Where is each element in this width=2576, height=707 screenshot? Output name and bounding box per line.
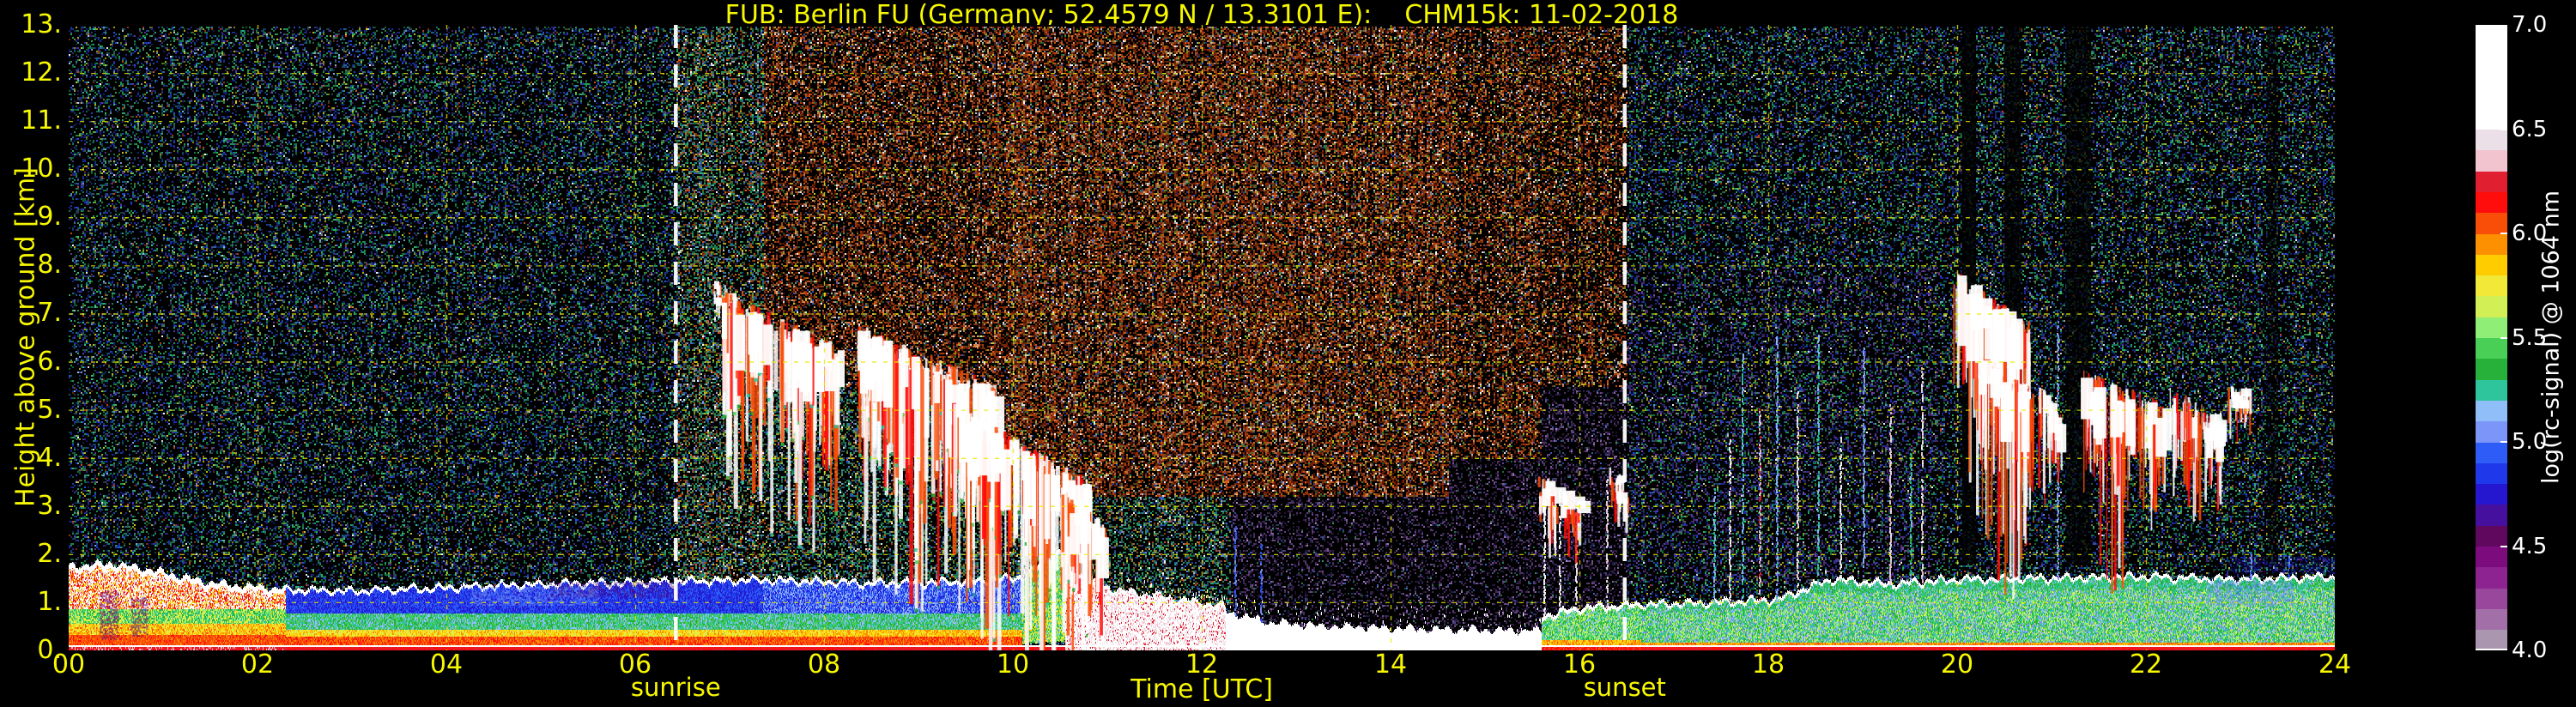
x-tick-14: 14 xyxy=(1373,650,1408,680)
annotation-sunset: sunset xyxy=(1583,673,1666,702)
y-tick-5.: 5. xyxy=(37,394,62,425)
x-tick-12: 12 xyxy=(1185,650,1219,680)
ceilometer-quicklook: FUB: Berlin FU (Germany; 52.4579 N / 13.… xyxy=(0,0,2576,707)
y-tick-12.: 12. xyxy=(21,57,62,88)
y-tick-9.: 9. xyxy=(37,202,62,233)
y-tick-6.: 6. xyxy=(37,346,62,377)
colorbar-tick-6.5: 6.5 xyxy=(2512,116,2548,142)
colorbar-tick-6.0: 6.0 xyxy=(2512,221,2548,246)
x-tick-20: 20 xyxy=(1940,650,1974,680)
annotation-sunrise: sunrise xyxy=(630,673,721,702)
x-tick-08: 08 xyxy=(807,650,841,680)
colorbar-tick-5.5: 5.5 xyxy=(2512,324,2548,351)
x-tick-00: 00 xyxy=(52,650,86,680)
y-tick-4.: 4. xyxy=(37,442,62,473)
y-tick-8.: 8. xyxy=(37,250,62,281)
y-tick-2.: 2. xyxy=(37,538,62,569)
x-tick-10: 10 xyxy=(996,650,1030,680)
y-tick-7.: 7. xyxy=(37,298,62,329)
x-tick-18: 18 xyxy=(1751,650,1785,680)
colorbar-canvas xyxy=(2476,25,2507,650)
y-tick-10.: 10. xyxy=(21,154,62,184)
y-tick-1.: 1. xyxy=(37,586,62,617)
colorbar-tick-4.0: 4.0 xyxy=(2512,638,2548,663)
x-tick-24: 24 xyxy=(2318,650,2352,680)
x-tick-04: 04 xyxy=(429,650,464,680)
y-tick-11.: 11. xyxy=(21,106,62,136)
x-tick-02: 02 xyxy=(240,650,275,680)
y-tick-3.: 3. xyxy=(37,490,62,521)
colorbar-tick-5.0: 5.0 xyxy=(2512,429,2548,455)
x-tick-22: 22 xyxy=(2129,650,2163,680)
colorbar-tick-7.0: 7.0 xyxy=(2512,12,2548,38)
y-tick-13.: 13. xyxy=(21,9,62,39)
lidar-heatmap-canvas xyxy=(69,25,2335,650)
colorbar-tick-4.5: 4.5 xyxy=(2512,533,2548,559)
